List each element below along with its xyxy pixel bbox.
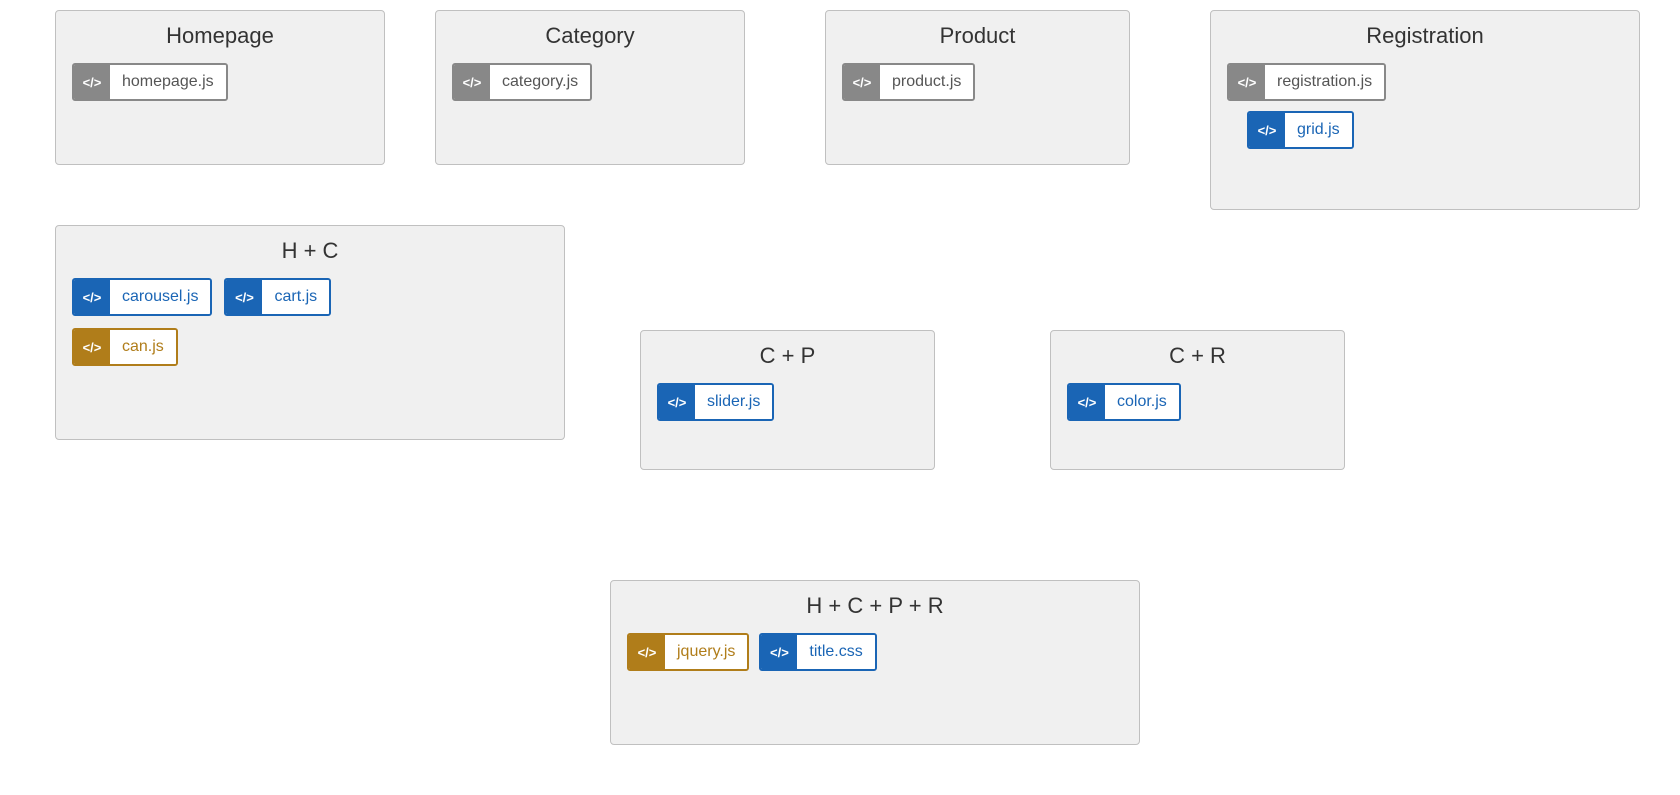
jquery-js-icon: </>: [629, 635, 665, 669]
hc-title: H + C: [72, 238, 548, 264]
cp-title: C + P: [657, 343, 918, 369]
homepage-js-label: homepage.js: [110, 65, 226, 99]
title-css-chip[interactable]: </> title.css: [759, 633, 876, 671]
grid-js-chip[interactable]: </> grid.js: [1247, 111, 1354, 149]
hc-group: H + C </> carousel.js </> cart.js </> ca…: [55, 225, 565, 440]
color-js-chip[interactable]: </> color.js: [1067, 383, 1181, 421]
slider-js-label: slider.js: [695, 385, 772, 419]
can-js-chip[interactable]: </> can.js: [72, 328, 178, 366]
registration-js-label: registration.js: [1265, 65, 1384, 99]
diagram-container: Homepage </> homepage.js Category </> ca…: [0, 0, 1680, 795]
registration-files: </> registration.js </> grid.js: [1227, 63, 1623, 149]
title-css-icon: </>: [761, 635, 797, 669]
cp-files: </> slider.js: [657, 383, 918, 421]
grid-js-label: grid.js: [1285, 113, 1352, 147]
color-js-icon: </>: [1069, 385, 1105, 419]
homepage-files: </> homepage.js: [72, 63, 368, 101]
homepage-js-icon: </>: [74, 65, 110, 99]
hcpr-files: </> jquery.js </> title.css: [627, 633, 1123, 671]
product-group: Product </> product.js: [825, 10, 1130, 165]
cr-group: C + R </> color.js: [1050, 330, 1345, 470]
hc-row1: </> carousel.js </> cart.js: [72, 278, 331, 316]
homepage-title: Homepage: [72, 23, 368, 49]
registration-group: Registration </> registration.js </> gri…: [1210, 10, 1640, 210]
hc-row2: </> can.js: [72, 328, 178, 366]
cp-group: C + P </> slider.js: [640, 330, 935, 470]
homepage-group: Homepage </> homepage.js: [55, 10, 385, 165]
carousel-js-chip[interactable]: </> carousel.js: [72, 278, 212, 316]
cart-js-label: cart.js: [262, 280, 329, 314]
carousel-js-icon: </>: [74, 280, 110, 314]
grid-js-icon: </>: [1249, 113, 1285, 147]
registration-title: Registration: [1227, 23, 1623, 49]
product-js-icon: </>: [844, 65, 880, 99]
cart-js-icon: </>: [226, 280, 262, 314]
category-group: Category </> category.js: [435, 10, 745, 165]
homepage-js-chip[interactable]: </> homepage.js: [72, 63, 228, 101]
category-js-chip[interactable]: </> category.js: [452, 63, 592, 101]
category-js-icon: </>: [454, 65, 490, 99]
jquery-js-label: jquery.js: [665, 635, 747, 669]
cr-files: </> color.js: [1067, 383, 1328, 421]
can-js-label: can.js: [110, 330, 176, 364]
cart-js-chip[interactable]: </> cart.js: [224, 278, 331, 316]
category-js-label: category.js: [490, 65, 590, 99]
slider-js-icon: </>: [659, 385, 695, 419]
category-title: Category: [452, 23, 728, 49]
hcpr-group: H + C + P + R </> jquery.js </> title.cs…: [610, 580, 1140, 745]
color-js-label: color.js: [1105, 385, 1179, 419]
slider-js-chip[interactable]: </> slider.js: [657, 383, 774, 421]
hc-files: </> carousel.js </> cart.js </> can.js: [72, 278, 548, 366]
product-files: </> product.js: [842, 63, 1113, 101]
cr-title: C + R: [1067, 343, 1328, 369]
title-css-label: title.css: [797, 635, 874, 669]
product-title: Product: [842, 23, 1113, 49]
category-files: </> category.js: [452, 63, 728, 101]
jquery-js-chip[interactable]: </> jquery.js: [627, 633, 749, 671]
product-js-chip[interactable]: </> product.js: [842, 63, 975, 101]
registration-js-icon: </>: [1229, 65, 1265, 99]
carousel-js-label: carousel.js: [110, 280, 210, 314]
hcpr-title: H + C + P + R: [627, 593, 1123, 619]
product-js-label: product.js: [880, 65, 973, 99]
can-js-icon: </>: [74, 330, 110, 364]
registration-js-chip[interactable]: </> registration.js: [1227, 63, 1386, 101]
